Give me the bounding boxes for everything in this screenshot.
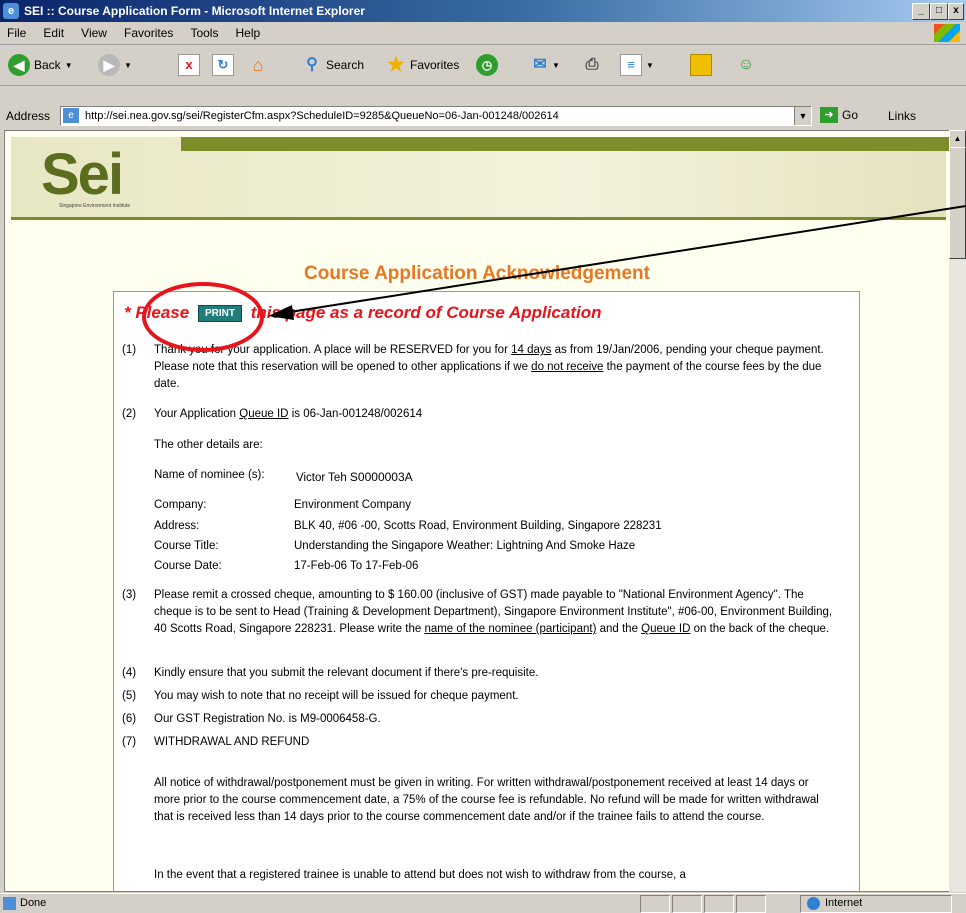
item-number: (1) [122, 344, 137, 356]
discuss-button[interactable] [690, 53, 712, 77]
favorites-label: Favorites [410, 58, 460, 72]
logo-subtitle: Singapore Environment Institute [59, 203, 131, 209]
go-arrow-icon: ➜ [820, 107, 838, 123]
window-title: SEI :: Course Application Form - Microso… [24, 4, 365, 18]
vertical-scrollbar[interactable]: ▲ [949, 130, 966, 892]
favorites-button[interactable]: ★ Favorites [386, 53, 459, 77]
search-button[interactable]: ⚲ Search [302, 53, 364, 77]
item-text: Your Application Queue ID is 06-Jan-0012… [154, 408, 423, 420]
item-text: Thank you for your application. A place … [154, 344, 824, 390]
please-text-rest: this page as a record of Course Applicat… [250, 303, 602, 322]
page-title: Course Application Acknowledgement [304, 263, 650, 284]
edit-button[interactable]: ≡ ▼ [620, 53, 654, 77]
favorites-star-icon: ★ [387, 54, 405, 76]
stop-button[interactable]: x [178, 53, 200, 77]
status-pane [736, 895, 766, 913]
page-content: Sei Singapore Environment Institute Cour… [4, 130, 950, 892]
annotation-ellipse [142, 282, 264, 352]
page-status-icon [3, 897, 16, 910]
address-dropdown-icon[interactable]: ▼ [794, 107, 811, 125]
status-text: Done [20, 897, 47, 909]
refresh-button[interactable]: ↻ [212, 53, 234, 77]
address-bar: Address e http://sei.nea.gov.sg/sei/Regi… [0, 104, 966, 128]
menu-help[interactable]: Help [229, 22, 268, 40]
forward-button[interactable]: ▶ ▼ [98, 53, 132, 77]
menu-bar: File Edit View Favorites Tools Help [0, 22, 966, 45]
back-arrow-icon: ◀ [8, 54, 30, 76]
stop-icon: x [178, 54, 200, 76]
menu-edit[interactable]: Edit [36, 22, 71, 40]
go-button[interactable]: ➜ Go [820, 107, 858, 123]
back-label: Back [34, 58, 61, 72]
status-pane [640, 895, 670, 913]
windows-logo-icon [934, 24, 960, 42]
mail-icon: ✉ [533, 56, 547, 73]
sei-logo: Sei [41, 142, 124, 207]
menu-file[interactable]: File [0, 22, 33, 40]
folder-icon [690, 54, 712, 76]
search-icon: ⚲ [306, 56, 318, 73]
menu-view[interactable]: View [74, 22, 114, 40]
refresh-icon: ↻ [212, 54, 234, 76]
page-icon: e [63, 108, 79, 123]
chevron-down-icon: ▼ [646, 60, 654, 70]
printer-icon: ⎙ [585, 56, 599, 73]
item-number: (3) [122, 589, 137, 601]
scrollbar-thumb[interactable] [949, 147, 966, 259]
maximize-button[interactable]: □ [930, 3, 948, 20]
status-bar: Done Internet [0, 893, 966, 913]
status-pane [704, 895, 734, 913]
item-text: Please remit a crossed cheque, amounting… [154, 589, 833, 635]
edit-page-icon: ≡ [620, 54, 642, 76]
links-button[interactable]: Links [888, 109, 916, 123]
menu-tools[interactable]: Tools [183, 22, 225, 40]
home-button[interactable]: ⌂ [248, 53, 268, 77]
forward-arrow-icon: ▶ [98, 54, 120, 76]
zone-text: Internet [825, 897, 863, 909]
acknowledgement-box: * Please PRINT this page as a record of … [113, 291, 860, 891]
go-label: Go [842, 108, 859, 122]
zone-pane [800, 895, 952, 913]
ie-icon: e [3, 3, 19, 19]
chevron-down-icon: ▼ [64, 60, 73, 70]
home-icon: ⌂ [252, 55, 264, 75]
internet-zone-icon [807, 897, 820, 910]
banner-strip [181, 137, 949, 151]
messenger-button[interactable]: ☺ [736, 53, 756, 77]
search-label: Search [326, 58, 365, 72]
back-button[interactable]: ◀ Back ▼ [8, 53, 73, 77]
title-bar: e SEI :: Course Application Form - Micro… [0, 0, 966, 22]
chevron-down-icon: ▼ [124, 60, 132, 70]
print-toolbar-button[interactable]: ⎙ [582, 53, 602, 77]
address-url: http://sei.nea.gov.sg/sei/RegisterCfm.as… [85, 110, 559, 122]
chevron-down-icon: ▼ [552, 60, 560, 70]
history-icon: ◷ [476, 54, 498, 76]
close-button[interactable]: x [948, 3, 964, 20]
site-banner: Sei Singapore Environment Institute [11, 137, 949, 220]
scroll-up-arrow-icon[interactable]: ▲ [949, 130, 966, 148]
status-pane [672, 895, 702, 913]
messenger-icon: ☺ [737, 56, 755, 73]
address-input[interactable]: e http://sei.nea.gov.sg/sei/RegisterCfm.… [60, 106, 812, 126]
nominee-label: Name of nominee (s): [154, 469, 265, 481]
history-button[interactable]: ◷ [476, 53, 498, 77]
mail-button[interactable]: ✉ ▼ [530, 53, 560, 77]
minimize-button[interactable]: _ [912, 3, 930, 20]
menu-favorites[interactable]: Favorites [117, 22, 180, 40]
nominee-name: Victor Teh S0000003A [296, 470, 413, 484]
address-label: Address [6, 109, 51, 123]
item-number: (2) [122, 408, 137, 420]
toolbar: ◀ Back ▼ ▶ ▼ x ↻ ⌂ ⚲ Search ★ Favorites … [0, 45, 966, 86]
